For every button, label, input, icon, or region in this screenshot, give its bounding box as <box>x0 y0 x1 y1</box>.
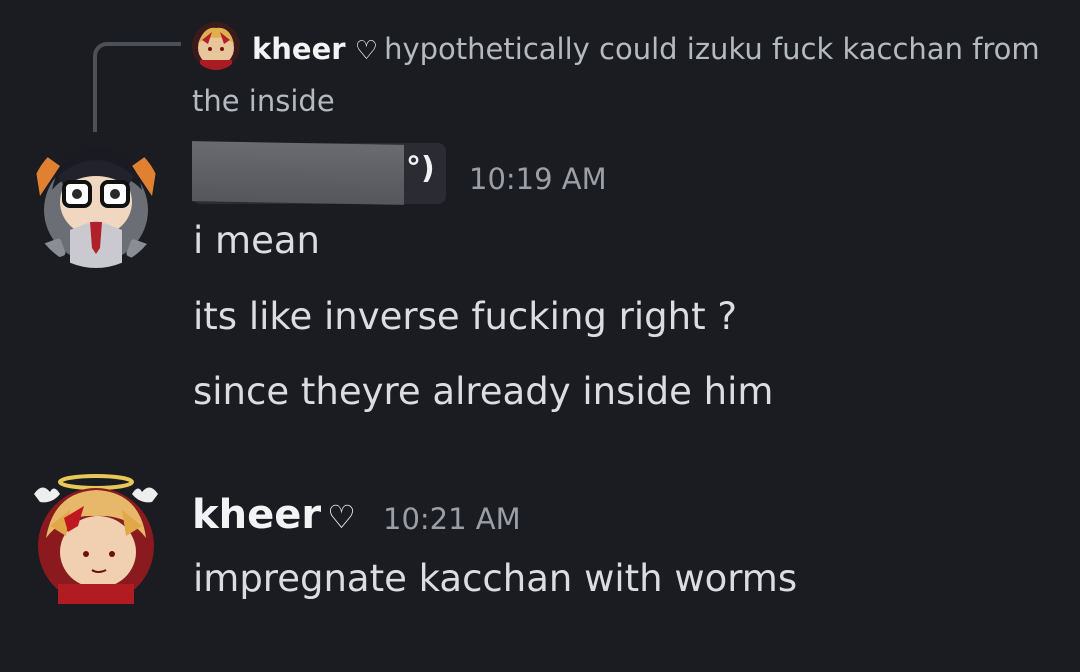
message-line: impregnate kacchan with worms <box>193 557 798 600</box>
heart-icon: ♡ <box>354 36 379 66</box>
username-text[interactable]: kheer <box>192 492 321 538</box>
message-timestamp[interactable]: 10:19 AM <box>469 162 607 196</box>
message-line: i mean <box>193 219 320 262</box>
heart-icon: ♡ <box>327 498 356 536</box>
message-timestamp[interactable]: 10:21 AM <box>383 502 521 536</box>
message-line: its like inverse fucking right ? <box>193 295 737 338</box>
avatar[interactable] <box>30 136 162 268</box>
reply-preview[interactable]: kheer ♡ hypothetically could izuku fuck k… <box>192 24 1042 126</box>
reply-connector <box>93 42 181 132</box>
redaction-bar <box>192 141 404 205</box>
message-line: since theyre already inside him <box>193 370 774 413</box>
reply-author[interactable]: kheer <box>252 32 346 66</box>
avatar[interactable] <box>28 466 164 606</box>
username[interactable]: kheer ♡ <box>192 492 356 538</box>
username-suffix: °) <box>406 151 435 186</box>
username-redacted[interactable]: °) <box>192 141 446 205</box>
